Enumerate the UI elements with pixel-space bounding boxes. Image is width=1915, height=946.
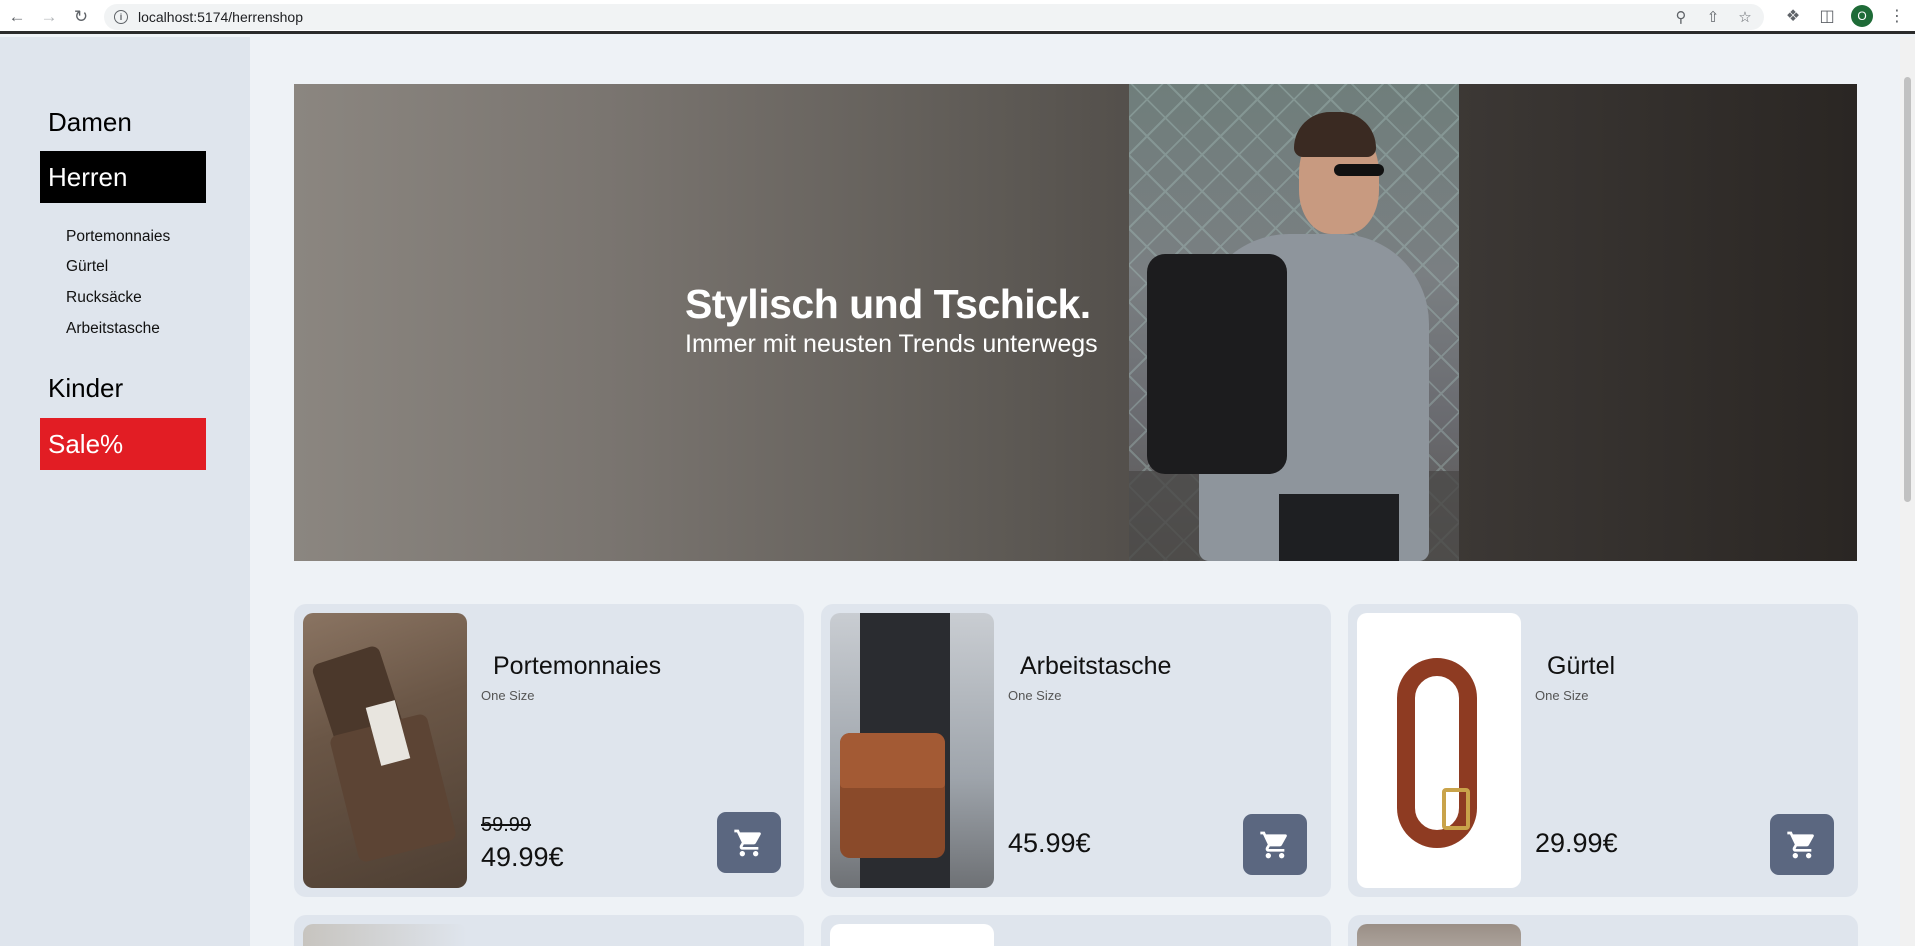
- category-herren[interactable]: Herren: [40, 151, 206, 203]
- product-image-belt[interactable]: [1357, 613, 1521, 888]
- menu-kebab-icon[interactable]: ⋮: [1887, 5, 1907, 27]
- hero-subtitle: Immer mit neusten Trends unterwegs: [685, 330, 1098, 358]
- product-image[interactable]: [830, 924, 994, 946]
- hero-title: Stylisch und Tschick.: [685, 281, 1091, 327]
- subcategory-portemonnaies[interactable]: Portemonnaies: [66, 228, 170, 246]
- address-bar[interactable]: i localhost:5174/herrenshop ⚲ ⇧ ☆: [104, 4, 1764, 30]
- product-name[interactable]: Arbeitstasche: [1020, 652, 1171, 681]
- product-name[interactable]: Portemonnaies: [493, 652, 661, 681]
- url-text[interactable]: localhost:5174/herrenshop: [138, 9, 303, 25]
- add-to-cart-button[interactable]: [1243, 814, 1307, 875]
- forward-arrow-icon[interactable]: →: [38, 6, 60, 28]
- hero-model-photo: [1129, 84, 1459, 561]
- browser-toolbar: ← → ↻ i localhost:5174/herrenshop ⚲ ⇧ ☆ …: [0, 0, 1915, 34]
- reload-icon[interactable]: ↻: [70, 6, 92, 28]
- hero-banner: Stylisch und Tschick. Immer mit neusten …: [294, 84, 1857, 561]
- profile-avatar[interactable]: O: [1851, 5, 1873, 27]
- bookmark-star-icon[interactable]: ☆: [1736, 7, 1754, 27]
- side-panel-icon[interactable]: ◫: [1817, 5, 1837, 27]
- product-card[interactable]: [294, 915, 804, 946]
- share-icon[interactable]: ⇧: [1704, 7, 1722, 27]
- add-to-cart-button[interactable]: [717, 812, 781, 873]
- product-image-work-bag[interactable]: [830, 613, 994, 888]
- subcategory-arbeitstasche[interactable]: Arbeitstasche: [66, 320, 160, 338]
- site-info-icon[interactable]: i: [114, 10, 128, 24]
- product-card[interactable]: [821, 915, 1331, 946]
- product-size: One Size: [481, 688, 535, 703]
- subcategory-rucksaecke[interactable]: Rucksäcke: [66, 289, 142, 307]
- product-image-wallet[interactable]: [303, 613, 467, 888]
- product-card[interactable]: Portemonnaies One Size 59.99 49.99€: [294, 604, 804, 897]
- product-card[interactable]: Arbeitstasche One Size 45.99€: [821, 604, 1331, 897]
- zoom-icon[interactable]: ⚲: [1672, 7, 1690, 27]
- subcategory-guertel[interactable]: Gürtel: [66, 258, 108, 276]
- category-damen[interactable]: Damen: [40, 96, 206, 148]
- page-scrollbar[interactable]: [1900, 37, 1915, 946]
- category-kinder[interactable]: Kinder: [40, 362, 206, 414]
- category-sidebar: Damen Herren Portemonnaies Gürtel Rucksä…: [0, 37, 250, 946]
- product-name[interactable]: Gürtel: [1547, 652, 1615, 681]
- product-image[interactable]: [303, 924, 467, 946]
- extensions-puzzle-icon[interactable]: ❖: [1783, 5, 1803, 27]
- add-to-cart-button[interactable]: [1770, 814, 1834, 875]
- product-image[interactable]: [1357, 924, 1521, 946]
- scrollbar-thumb[interactable]: [1904, 77, 1911, 502]
- cart-icon: [1260, 831, 1287, 858]
- product-card[interactable]: Gürtel One Size 29.99€: [1348, 604, 1858, 897]
- category-sale[interactable]: Sale%: [40, 418, 206, 470]
- cart-icon: [734, 829, 761, 856]
- product-size: One Size: [1008, 688, 1062, 703]
- product-price: 45.99€: [1008, 828, 1091, 858]
- back-arrow-icon[interactable]: ←: [6, 6, 28, 28]
- product-price: 49.99€: [481, 842, 564, 872]
- cart-icon: [1787, 831, 1814, 858]
- product-size: One Size: [1535, 688, 1589, 703]
- product-card[interactable]: [1348, 915, 1858, 946]
- product-price: 29.99€: [1535, 828, 1618, 858]
- product-old-price: 59.99: [481, 814, 532, 836]
